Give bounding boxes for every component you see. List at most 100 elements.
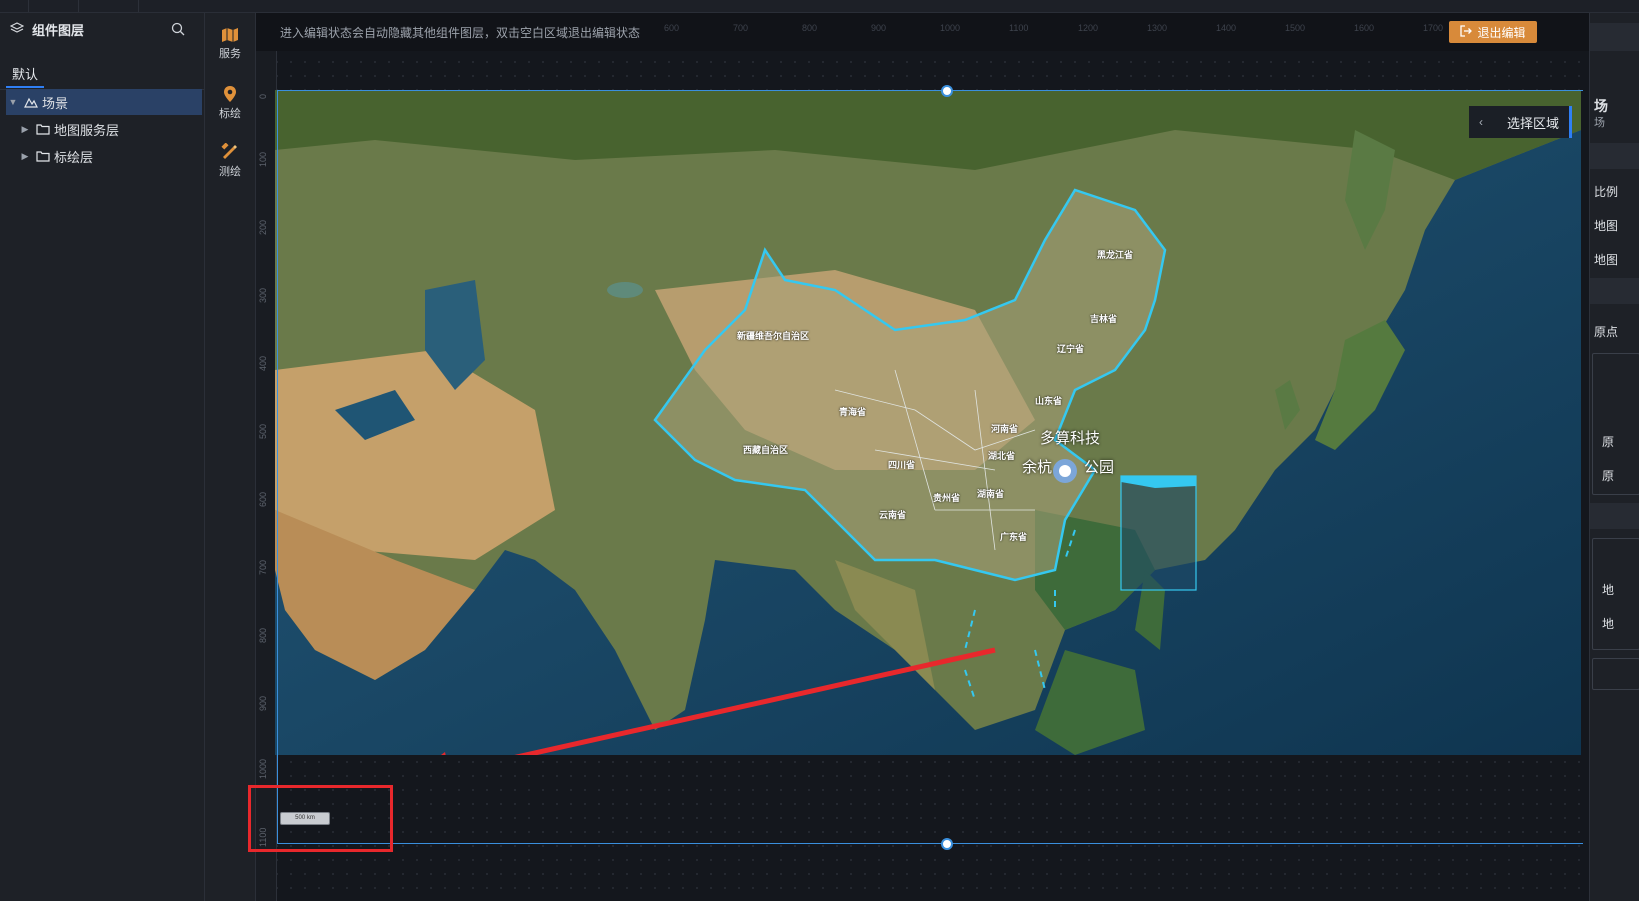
province-label: 山东省 bbox=[1035, 396, 1063, 406]
tool-label: 服务 bbox=[219, 48, 241, 60]
province-label: 云南省 bbox=[879, 510, 907, 520]
ruler-tick-label: 500 bbox=[258, 423, 268, 439]
section-header[interactable] bbox=[1590, 503, 1639, 529]
chevron-left-icon: ‹ bbox=[1479, 115, 1483, 129]
map-view[interactable]: ‹ 选择区域 黑龙江省 吉林省 辽宁省 新疆维吾尔自治区 青海省 西藏自治区 山… bbox=[275, 90, 1581, 755]
ruler-pencil-icon bbox=[205, 143, 255, 161]
tree-item-label: 地图服务层 bbox=[54, 122, 120, 138]
mountain-icon bbox=[24, 96, 38, 108]
ruler-tick-label: 600 bbox=[664, 23, 680, 33]
selection-left-edge bbox=[277, 90, 278, 843]
tool-label: 测绘 bbox=[219, 166, 241, 178]
tab-default[interactable]: 默认 bbox=[12, 64, 38, 83]
layers-icon bbox=[10, 22, 24, 36]
selection-top-edge bbox=[277, 90, 1583, 91]
province-label: 辽宁省 bbox=[1057, 344, 1085, 354]
tool-measure[interactable]: 测绘 bbox=[205, 137, 255, 187]
location-marker-icon[interactable] bbox=[1052, 458, 1078, 489]
ruler-tick-label: 900 bbox=[871, 23, 887, 33]
province-label: 吉林省 bbox=[1090, 314, 1118, 324]
ruler-tick-label: 1200 bbox=[1078, 23, 1099, 33]
ruler-tick-label: 700 bbox=[733, 23, 749, 33]
expand-down-icon[interactable]: ▼ bbox=[6, 97, 20, 107]
expand-right-icon[interactable]: ▶ bbox=[18, 151, 32, 162]
expand-right-icon[interactable]: ▶ bbox=[18, 124, 32, 135]
editor-hint: 进入编辑状态会自动隐藏其他组件图层，双击空白区域退出编辑状态 bbox=[280, 26, 641, 40]
province-label: 贵州省 bbox=[933, 493, 961, 503]
resize-handle-top[interactable] bbox=[941, 85, 953, 97]
property-label: 原 bbox=[1602, 469, 1615, 483]
ruler-tick-label: 1700 bbox=[1423, 23, 1444, 33]
properties-tab-bar bbox=[1590, 23, 1639, 51]
tool-column: 服务 标绘 测绘 bbox=[205, 13, 256, 901]
expand-toggle[interactable] bbox=[1592, 658, 1639, 690]
tree-item-map-service[interactable]: ▶ 地图服务层 bbox=[18, 116, 202, 142]
province-label: 湖北省 bbox=[988, 451, 1016, 461]
ruler-tick-label: 1400 bbox=[1216, 23, 1237, 33]
ruler-tick-label: 900 bbox=[258, 695, 268, 711]
select-region-button[interactable]: ‹ 选择区域 bbox=[1469, 106, 1572, 138]
editor-hint-bar: 600 700 800 900 1000 1100 1200 1300 1400 1500 1600… bbox=[256, 13, 1618, 51]
ruler-tick-label: 600 bbox=[258, 491, 268, 507]
select-region-label: 选择区域 bbox=[1507, 115, 1560, 131]
poi-label: 公园 bbox=[1084, 459, 1115, 476]
ruler-tick-label: 1000 bbox=[940, 23, 961, 33]
province-label: 新疆维吾尔自治区 bbox=[737, 331, 810, 341]
search-icon[interactable] bbox=[171, 22, 185, 36]
tab-underline bbox=[6, 86, 44, 88]
ruler-tick-label: 700 bbox=[258, 559, 268, 575]
ruler-tick-label: 800 bbox=[802, 23, 818, 33]
province-label: 河南省 bbox=[991, 424, 1019, 434]
selection-bottom-edge bbox=[277, 843, 1583, 844]
ruler-tick-label: 1100 bbox=[1009, 23, 1029, 33]
ruler-tick-label: 300 bbox=[258, 287, 268, 303]
property-label: 比例 bbox=[1594, 185, 1619, 199]
exit-edit-label: 退出编辑 bbox=[1477, 25, 1526, 40]
property-group bbox=[1592, 353, 1639, 495]
poi-label: 余杭 bbox=[1022, 459, 1053, 476]
province-label: 黑龙江省 bbox=[1097, 250, 1134, 260]
tree-item-label: 场景 bbox=[42, 95, 69, 111]
province-label: 四川省 bbox=[888, 460, 916, 470]
ruler-tick-label: 1000 bbox=[258, 758, 268, 779]
tree-item-plot[interactable]: ▶ 标绘层 bbox=[18, 143, 202, 169]
province-label: 广东省 bbox=[1000, 532, 1028, 542]
left-ruler: 0 100 200 300 400 500 600 700 800 900 1000 1100 bbox=[256, 51, 277, 901]
tree-item-scene[interactable]: ▼ 场景 bbox=[6, 89, 202, 115]
satellite-map bbox=[275, 90, 1581, 755]
folder-icon bbox=[36, 123, 50, 135]
ruler-tick-label: 1300 bbox=[1147, 23, 1168, 33]
property-label: 地图 bbox=[1594, 219, 1619, 233]
properties-subtitle: 场 bbox=[1594, 117, 1605, 129]
section-header[interactable] bbox=[1590, 143, 1639, 169]
layer-panel: 组件图层 默认 ▼ 场景 ▶ 地图服务层 ▶ 标绘层 bbox=[0, 13, 205, 901]
tool-service[interactable]: 服务 bbox=[205, 21, 255, 71]
province-label: 湖南省 bbox=[977, 489, 1005, 499]
properties-panel: 场 场 比例 地图 地图 原点 原 原 地 地 bbox=[1589, 13, 1639, 901]
property-label: 地 bbox=[1602, 583, 1615, 597]
logout-icon bbox=[1460, 24, 1473, 40]
ruler-tick-label: 0 bbox=[258, 93, 268, 99]
folder-icon bbox=[36, 150, 50, 162]
ruler-tick-label: 400 bbox=[258, 355, 268, 371]
ruler-tick-label: 1600 bbox=[1354, 23, 1375, 33]
property-label: 地图 bbox=[1594, 253, 1619, 267]
annotation-highlight-box bbox=[248, 785, 393, 852]
tool-plot[interactable]: 标绘 bbox=[205, 79, 255, 129]
location-pin-icon bbox=[205, 85, 255, 103]
properties-title: 场 bbox=[1594, 98, 1608, 114]
layer-panel-title: 组件图层 bbox=[32, 22, 85, 38]
tool-label: 标绘 bbox=[219, 108, 241, 120]
layer-panel-header: 组件图层 bbox=[0, 13, 204, 45]
ruler-tick-label: 200 bbox=[258, 219, 268, 235]
section-header[interactable] bbox=[1590, 278, 1639, 304]
province-label: 青海省 bbox=[839, 407, 867, 417]
layer-tabs: 默认 bbox=[0, 57, 204, 90]
property-label: 原点 bbox=[1594, 325, 1619, 339]
top-strip bbox=[0, 0, 1639, 13]
property-label: 原 bbox=[1602, 435, 1615, 449]
province-label: 西藏自治区 bbox=[743, 445, 789, 455]
resize-handle-bottom[interactable] bbox=[941, 838, 953, 850]
map-icon bbox=[205, 27, 255, 43]
exit-edit-button[interactable]: 退出编辑 bbox=[1449, 21, 1537, 43]
